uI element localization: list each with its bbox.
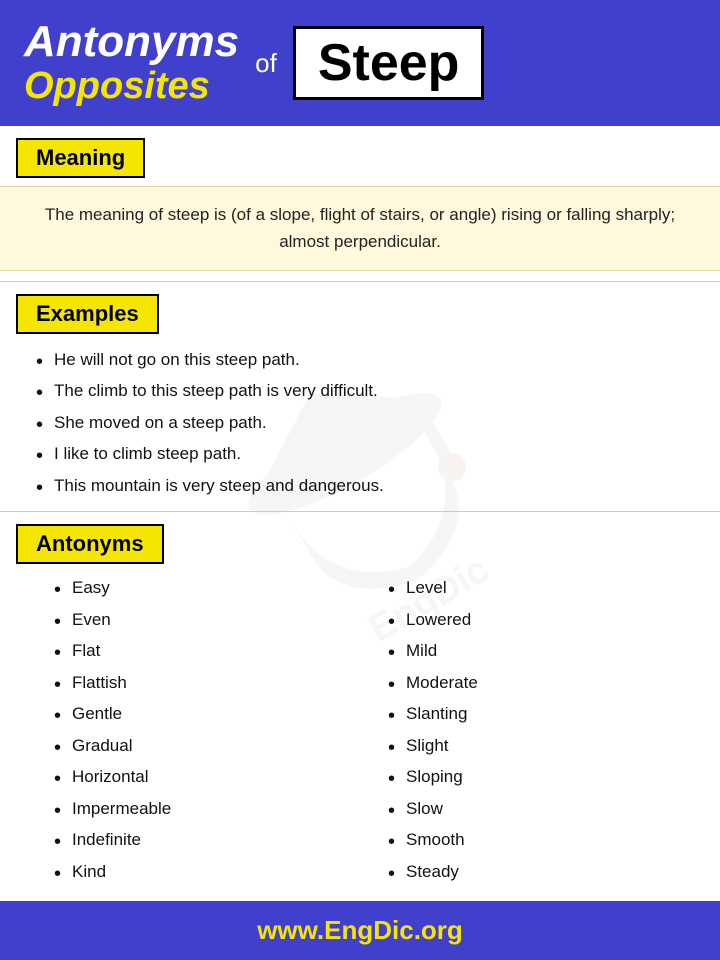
meaning-text: The meaning of steep is (of a slope, fli… <box>0 186 720 270</box>
antonym-item: Slow <box>388 793 704 825</box>
antonym-item: Impermeable <box>54 793 370 825</box>
antonym-item: Smooth <box>388 824 704 856</box>
header: Antonyms Opposites of Steep <box>0 0 720 126</box>
antonym-item: Sloping <box>388 761 704 793</box>
antonym-item: Easy <box>54 572 370 604</box>
header-word-box: Steep <box>293 26 485 100</box>
examples-label: Examples <box>16 294 159 334</box>
meaning-label: Meaning <box>16 138 145 178</box>
antonyms-grid: EasyEvenFlatFlattishGentleGradualHorizon… <box>0 564 720 897</box>
antonym-item: Slanting <box>388 698 704 730</box>
antonym-item: Slight <box>388 730 704 762</box>
antonym-item: Mild <box>388 635 704 667</box>
antonym-item: Level <box>388 572 704 604</box>
antonym-item: Horizontal <box>54 761 370 793</box>
antonym-item: Gradual <box>54 730 370 762</box>
antonym-item: Gentle <box>54 698 370 730</box>
footer-url-brand: EngDic <box>324 915 414 945</box>
antonyms-list-col1: EasyEvenFlatFlattishGentleGradualHorizon… <box>36 572 370 887</box>
antonym-item: Even <box>54 604 370 636</box>
antonym-item: Lowered <box>388 604 704 636</box>
antonym-item: Kind <box>54 856 370 888</box>
header-title-main: Antonyms <box>24 18 239 66</box>
example-item: She moved on a steep path. <box>36 407 696 439</box>
examples-section: Examples He will not go on this steep pa… <box>0 282 720 512</box>
footer: www.EngDic.org <box>0 901 720 960</box>
antonyms-section: Antonyms EasyEvenFlatFlattishGentleGradu… <box>0 512 720 907</box>
antonym-item: Moderate <box>388 667 704 699</box>
antonyms-col1: EasyEvenFlatFlattishGentleGradualHorizon… <box>36 572 370 887</box>
header-left: Antonyms Opposites <box>24 18 239 108</box>
antonyms-label: Antonyms <box>16 524 164 564</box>
example-item: This mountain is very steep and dangerou… <box>36 470 696 502</box>
antonym-item: Flat <box>54 635 370 667</box>
footer-url-prefix: www. <box>257 915 324 945</box>
footer-url-suffix: .org <box>414 915 463 945</box>
antonym-item: Indefinite <box>54 824 370 856</box>
header-of-text: of <box>255 48 277 79</box>
header-word: Steep <box>318 34 460 92</box>
antonyms-col2: LevelLoweredMildModerateSlantingSlightSl… <box>370 572 704 887</box>
antonym-item: Flattish <box>54 667 370 699</box>
examples-list: He will not go on this steep path.The cl… <box>0 334 720 506</box>
example-item: I like to climb steep path. <box>36 438 696 470</box>
header-title-sub: Opposites <box>24 66 239 108</box>
antonym-item: Steady <box>388 856 704 888</box>
example-item: The climb to this steep path is very dif… <box>36 375 696 407</box>
antonyms-list-col2: LevelLoweredMildModerateSlantingSlightSl… <box>370 572 704 887</box>
footer-url: www.EngDic.org <box>257 915 463 945</box>
meaning-section: Meaning The meaning of steep is (of a sl… <box>0 126 720 280</box>
example-item: He will not go on this steep path. <box>36 344 696 376</box>
